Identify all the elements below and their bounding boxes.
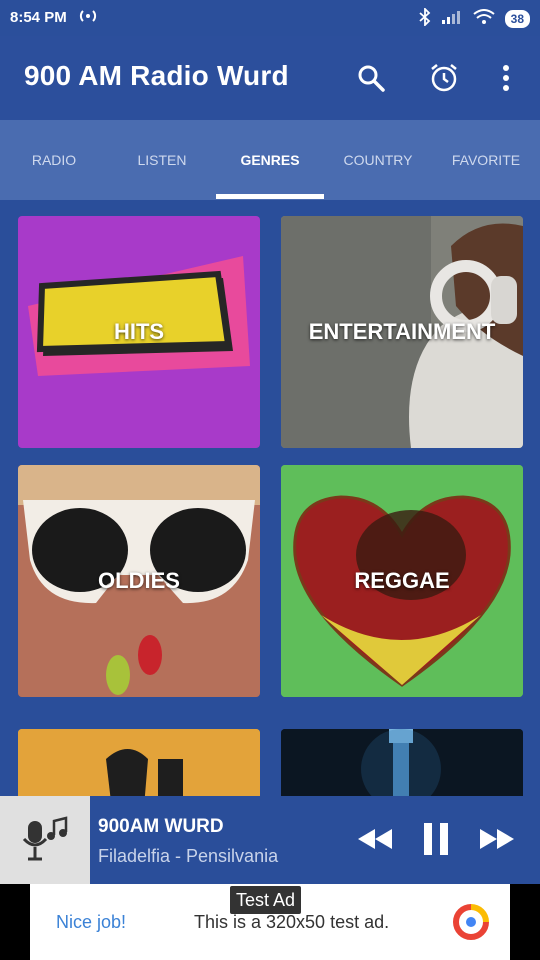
- battery-indicator: 38: [504, 10, 530, 28]
- tab-indicator: [216, 194, 324, 199]
- more-vert-icon[interactable]: [490, 62, 522, 94]
- genre-card-rock[interactable]: [281, 729, 523, 796]
- alarm-icon[interactable]: [428, 62, 460, 94]
- signal-icon: [441, 9, 463, 29]
- status-time: 8:54 PM: [10, 9, 67, 26]
- tab-bar: RADIO LISTEN GENRES COUNTRY FAVORITE: [0, 120, 540, 200]
- search-icon[interactable]: [355, 62, 387, 94]
- app-title: 900 AM Radio Wurd: [24, 60, 289, 91]
- genre-card-hits[interactable]: HITS: [18, 216, 260, 448]
- app-bar: 900 AM Radio Wurd: [0, 36, 540, 120]
- pause-icon[interactable]: [420, 822, 452, 856]
- station-location: Filadelfia - Pensilvania: [98, 846, 279, 866]
- genre-card-reggae[interactable]: REGGAE: [281, 465, 523, 697]
- rewind-icon[interactable]: [356, 822, 394, 856]
- tab-favorite[interactable]: FAVORITE: [432, 120, 540, 200]
- genre-label: ENTERTAINMENT: [308, 319, 496, 344]
- mic-music-icon: [0, 796, 90, 884]
- guitar-artwork: [281, 729, 523, 796]
- station-name: 900AM WURD: [98, 816, 224, 837]
- bluetooth-icon: [419, 6, 431, 30]
- soul-artwork: [18, 729, 260, 796]
- ad-nice-text[interactable]: Nice job!: [56, 912, 126, 933]
- genre-card-oldies[interactable]: OLDIES: [18, 465, 260, 697]
- ad-body-text[interactable]: This is a 320x50 test ad.: [194, 912, 389, 933]
- ad-logo-icon[interactable]: [452, 903, 490, 941]
- tab-listen[interactable]: LISTEN: [108, 120, 216, 200]
- genre-card-entertainment[interactable]: ENTERTAINMENT: [281, 216, 523, 448]
- fast-forward-icon[interactable]: [478, 822, 516, 856]
- tab-radio[interactable]: RADIO: [0, 120, 108, 200]
- tab-genres[interactable]: GENRES: [216, 120, 324, 200]
- tab-country[interactable]: COUNTRY: [324, 120, 432, 200]
- status-bar: 8:54 PM 38: [0, 0, 540, 36]
- wifi-icon: [473, 9, 495, 29]
- genre-label: OLDIES: [98, 568, 180, 593]
- genre-card-soul[interactable]: [18, 729, 260, 796]
- genre-grid: HITS ENTERTAINMENT OLDIES REGGAE: [0, 200, 540, 796]
- test-ad-tag: Test Ad: [230, 886, 302, 914]
- hotspot-icon: [78, 8, 98, 28]
- genre-label: REGGAE: [354, 568, 450, 593]
- genre-label: HITS: [113, 319, 165, 344]
- mini-player[interactable]: 900AM WURD Filadelfia - Pensilvania: [0, 796, 540, 884]
